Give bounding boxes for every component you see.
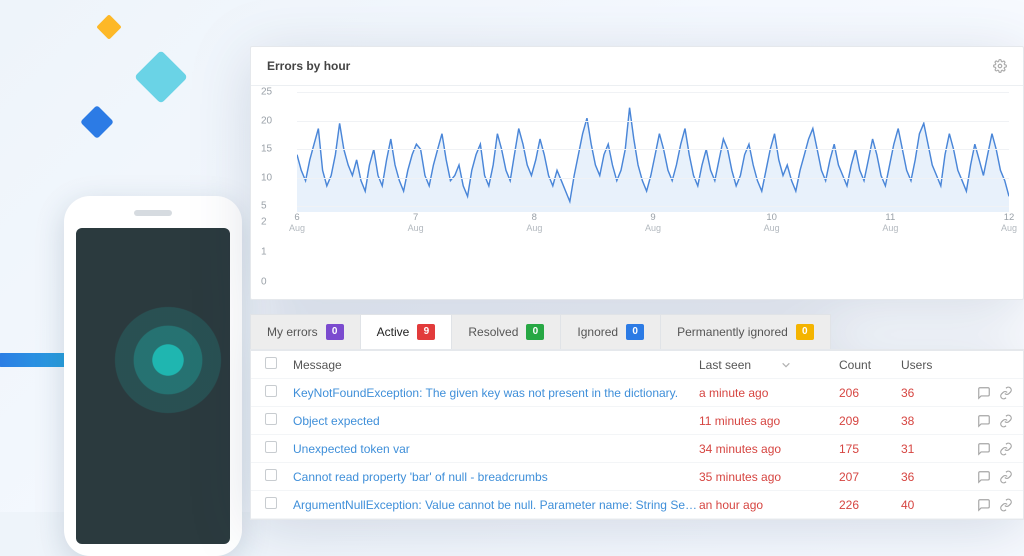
- tab-badge: 9: [417, 324, 435, 340]
- row-checkbox[interactable]: [265, 469, 277, 481]
- x-tick: 10Aug: [752, 212, 792, 293]
- tab-my-errors[interactable]: My errors 0: [250, 314, 361, 349]
- comment-icon[interactable]: [977, 386, 991, 400]
- y-tick: 10: [261, 172, 272, 183]
- error-users: 40: [901, 498, 971, 512]
- tab-active[interactable]: Active 9: [361, 314, 453, 349]
- link-icon[interactable]: [999, 470, 1013, 484]
- error-message-link[interactable]: Cannot read property 'bar' of null - bre…: [293, 470, 699, 484]
- header-message: Message: [293, 358, 699, 372]
- chart-body: 2520151052106Aug7Aug8Aug9Aug10Aug11Aug12…: [251, 86, 1023, 291]
- x-tick: 9Aug: [633, 212, 673, 293]
- tab-ignored[interactable]: Ignored 0: [561, 314, 661, 349]
- row-checkbox[interactable]: [265, 497, 277, 509]
- tab-label: Resolved: [468, 325, 518, 339]
- y-tick: 2: [261, 217, 267, 228]
- decoration-diamond-cyan: [134, 50, 188, 104]
- error-users: 31: [901, 442, 971, 456]
- table-row: Cannot read property 'bar' of null - bre…: [251, 463, 1023, 491]
- last-seen: an hour ago: [699, 498, 839, 512]
- error-count: 206: [839, 386, 901, 400]
- tab-badge: 0: [796, 324, 814, 340]
- table-row: Unexpected token var34 minutes ago17531: [251, 435, 1023, 463]
- link-icon[interactable]: [999, 386, 1013, 400]
- table-header: Message Last seen Count Users: [251, 351, 1023, 379]
- error-tabs: My errors0Active9Resolved0Ignored0Perman…: [250, 314, 1024, 349]
- header-last-seen[interactable]: Last seen: [699, 358, 839, 372]
- comment-icon[interactable]: [977, 470, 991, 484]
- error-users: 38: [901, 414, 971, 428]
- error-users: 36: [901, 470, 971, 484]
- error-count: 209: [839, 414, 901, 428]
- chart-plot: [297, 92, 1009, 212]
- y-tick: 15: [261, 144, 272, 155]
- last-seen: 34 minutes ago: [699, 442, 839, 456]
- comment-icon[interactable]: [977, 414, 991, 428]
- tab-badge: 0: [326, 324, 344, 340]
- tab-resolved[interactable]: Resolved 0: [452, 314, 561, 349]
- tab-badge: 0: [626, 324, 644, 340]
- error-users: 36: [901, 386, 971, 400]
- row-checkbox[interactable]: [265, 385, 277, 397]
- error-message-link[interactable]: ArgumentNullException: Value cannot be n…: [293, 498, 699, 512]
- decoration-touch-ring: [108, 300, 228, 420]
- errors-table: Message Last seen Count Users KeyNotFoun…: [250, 349, 1024, 520]
- x-tick: 7Aug: [396, 212, 436, 293]
- error-count: 207: [839, 470, 901, 484]
- last-seen: a minute ago: [699, 386, 839, 400]
- decoration-diamond-yellow: [96, 14, 121, 39]
- x-tick: 6Aug: [277, 212, 317, 293]
- errors-chart-card: Errors by hour 2520151052106Aug7Aug8Aug9…: [250, 46, 1024, 300]
- row-checkbox[interactable]: [265, 441, 277, 453]
- y-tick: 1: [261, 247, 267, 258]
- header-users[interactable]: Users: [901, 358, 971, 372]
- chevron-down-icon: [781, 360, 791, 370]
- tab-label: Active: [377, 325, 410, 339]
- comment-icon[interactable]: [977, 442, 991, 456]
- tab-label: My errors: [267, 325, 318, 339]
- chart-title: Errors by hour: [267, 59, 350, 73]
- tab-label: Ignored: [577, 325, 618, 339]
- x-tick: 12Aug: [989, 212, 1024, 293]
- tab-badge: 0: [526, 324, 544, 340]
- link-icon[interactable]: [999, 498, 1013, 512]
- error-message-link[interactable]: Object expected: [293, 414, 699, 428]
- row-checkbox[interactable]: [265, 413, 277, 425]
- table-row: ArgumentNullException: Value cannot be n…: [251, 491, 1023, 519]
- comment-icon[interactable]: [977, 498, 991, 512]
- decoration-diamond-blue: [80, 105, 114, 139]
- y-tick: 25: [261, 87, 272, 98]
- error-count: 226: [839, 498, 901, 512]
- select-all-checkbox[interactable]: [265, 357, 277, 369]
- y-tick: 5: [261, 201, 267, 212]
- tab-label: Permanently ignored: [677, 325, 788, 339]
- y-tick: 0: [261, 277, 267, 288]
- error-count: 175: [839, 442, 901, 456]
- last-seen: 11 minutes ago: [699, 414, 839, 428]
- error-message-link[interactable]: Unexpected token var: [293, 442, 699, 456]
- x-tick: 11Aug: [870, 212, 910, 293]
- table-row: Object expected11 minutes ago20938: [251, 407, 1023, 435]
- link-icon[interactable]: [999, 442, 1013, 456]
- table-row: KeyNotFoundException: The given key was …: [251, 379, 1023, 407]
- link-icon[interactable]: [999, 414, 1013, 428]
- y-tick: 20: [261, 115, 272, 126]
- last-seen: 35 minutes ago: [699, 470, 839, 484]
- error-message-link[interactable]: KeyNotFoundException: The given key was …: [293, 386, 699, 400]
- header-count[interactable]: Count: [839, 358, 901, 372]
- gear-icon[interactable]: [993, 59, 1007, 73]
- x-tick: 8Aug: [514, 212, 554, 293]
- tab-permanently-ignored[interactable]: Permanently ignored 0: [661, 314, 831, 349]
